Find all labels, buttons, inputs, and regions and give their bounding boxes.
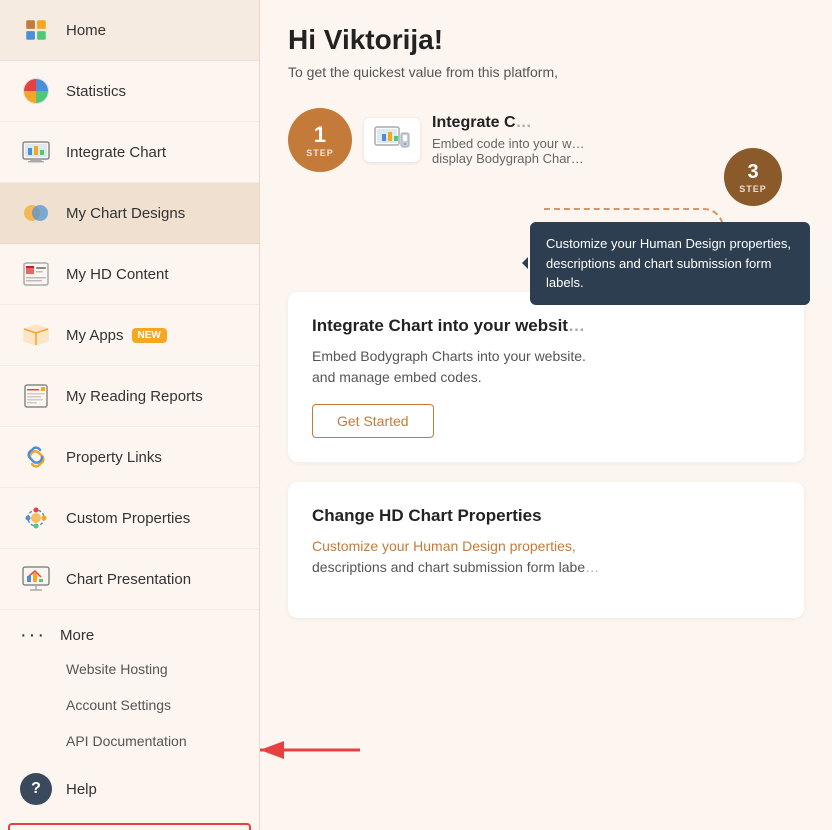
sidebar-item-custom-properties-label: Custom Properties	[66, 510, 190, 527]
tooltip-box: Customize your Human Design properties, …	[530, 222, 810, 305]
subtitle-text: To get the quickest value from this plat…	[288, 64, 804, 80]
statistics-icon	[20, 75, 52, 107]
sidebar-item-my-chart-designs-label: My Chart Designs	[66, 205, 185, 222]
change-hd-chart-card: Change HD Chart Properties Customize you…	[288, 482, 804, 618]
custom-properties-icon	[20, 502, 52, 534]
sidebar-item-property-links-label: Property Links	[66, 449, 162, 466]
greeting-heading: Hi Viktorija!	[288, 24, 804, 56]
more-dots-icon: ···	[20, 624, 46, 647]
card1-text: Embed Bodygraph Charts into your website…	[312, 346, 780, 388]
sidebar-help[interactable]: ? Help	[0, 759, 259, 819]
my-chart-designs-icon	[20, 197, 52, 229]
step1-icon-box	[364, 118, 420, 162]
steps-area: 1 STEP Integrate C… Embed code into your…	[288, 108, 804, 172]
step1-desc: Embed code into your w…display Bodygraph…	[432, 136, 584, 166]
sidebar-more-label: More	[60, 627, 94, 644]
sidebar-item-statistics-label: Statistics	[66, 83, 126, 100]
sidebar-item-integrate-chart[interactable]: Integrate Chart	[0, 122, 259, 183]
new-badge: NEW	[132, 328, 167, 343]
step1-text: Integrate C… Embed code into your w…disp…	[432, 114, 584, 166]
sidebar-item-my-chart-designs[interactable]: My Chart Designs	[0, 183, 259, 244]
integrate-chart-card: Integrate Chart into your websit… Embed …	[288, 292, 804, 462]
card2-link-text: Customize your Human Design properties,	[312, 538, 576, 554]
sidebar-item-my-apps-label: My Apps	[66, 327, 124, 344]
sidebar-item-integrate-chart-label: Integrate Chart	[66, 144, 166, 161]
red-arrow	[260, 730, 370, 775]
sidebar-item-home-label: Home	[66, 22, 106, 39]
my-reading-reports-icon	[20, 380, 52, 412]
sidebar-item-home[interactable]: Home	[0, 0, 259, 61]
sidebar-item-my-reading-reports[interactable]: My Reading Reports	[0, 366, 259, 427]
sidebar-user-section[interactable]: V Viktorija	[8, 823, 251, 830]
step3-partial: 3 STEP	[724, 148, 794, 206]
sidebar-sub-item-account-settings[interactable]: Account Settings	[0, 687, 259, 723]
main-content: Hi Viktorija! To get the quickest value …	[260, 0, 832, 830]
step3-circle: 3 STEP	[724, 148, 782, 206]
card2-title: Change HD Chart Properties	[312, 506, 780, 526]
sidebar-sub-item-api-documentation[interactable]: API Documentation	[0, 723, 259, 759]
sidebar-item-my-hd-content[interactable]: My HD Content	[0, 244, 259, 305]
chart-presentation-icon	[20, 563, 52, 595]
home-icon	[20, 14, 52, 46]
sidebar-sub-item-website-hosting[interactable]: Website Hosting	[0, 651, 259, 687]
sidebar-more-section[interactable]: ··· More	[0, 610, 259, 651]
sidebar-item-my-hd-content-label: My HD Content	[66, 266, 169, 283]
card1-title: Integrate Chart into your websit…	[312, 316, 780, 336]
property-links-icon	[20, 441, 52, 473]
integrate-chart-icon	[20, 136, 52, 168]
my-apps-icon	[20, 319, 52, 351]
sidebar-help-label: Help	[66, 781, 97, 798]
sidebar-item-property-links[interactable]: Property Links	[0, 427, 259, 488]
sidebar-item-my-apps[interactable]: My Apps NEW	[0, 305, 259, 366]
sidebar-item-chart-presentation-label: Chart Presentation	[66, 571, 191, 588]
card2-text: Customize your Human Design properties, …	[312, 536, 780, 578]
sidebar-item-statistics[interactable]: Statistics	[0, 61, 259, 122]
step1-title: Integrate C…	[432, 114, 584, 132]
sidebar-item-custom-properties[interactable]: Custom Properties	[0, 488, 259, 549]
sidebar: Home Statistics	[0, 0, 260, 830]
tooltip-text: Customize your Human Design properties, …	[546, 236, 791, 290]
my-hd-content-icon	[20, 258, 52, 290]
sidebar-item-my-reading-reports-label: My Reading Reports	[66, 388, 203, 405]
sidebar-item-chart-presentation[interactable]: Chart Presentation	[0, 549, 259, 610]
get-started-button[interactable]: Get Started	[312, 404, 434, 438]
help-icon: ?	[20, 773, 52, 805]
step1-circle: 1 STEP	[288, 108, 352, 172]
